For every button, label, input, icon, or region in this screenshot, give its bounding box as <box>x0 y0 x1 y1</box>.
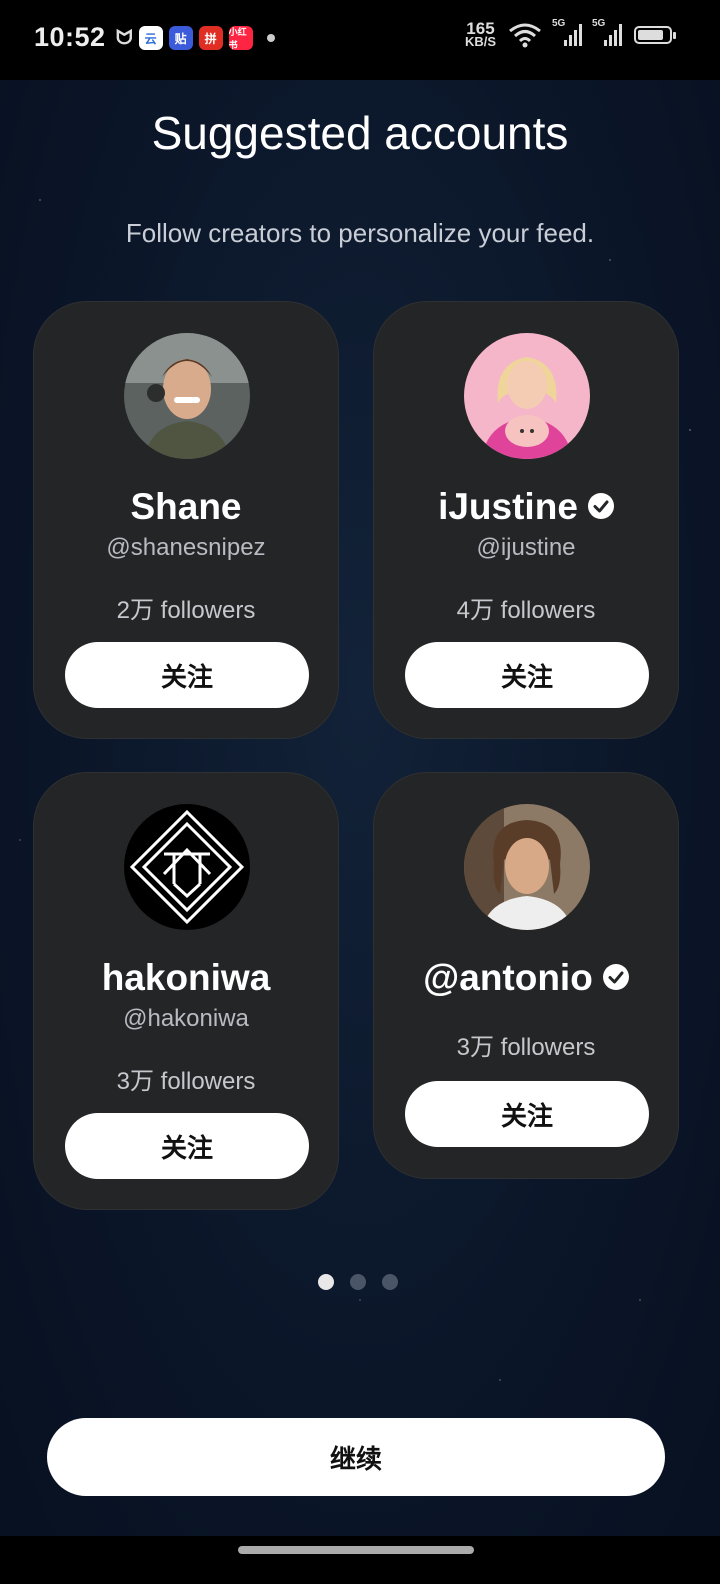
signal-2-label: 5G <box>592 18 606 29</box>
notification-icons: ᗢ 云 贴 拼 小红书 <box>116 26 275 50</box>
avatar-hakoniwa <box>124 804 250 930</box>
avatar-shane <box>124 333 250 459</box>
more-notifications-dot <box>266 34 275 42</box>
page-dot-3[interactable] <box>382 1274 398 1290</box>
page-dot-2[interactable] <box>350 1274 366 1290</box>
account-name-text: iJustine <box>438 486 578 527</box>
follower-count: 3万 followers <box>456 1034 596 1061</box>
account-handle: @hakoniwa <box>123 1005 249 1032</box>
network-speed-unit: KB/S <box>464 34 496 49</box>
account-card-shane: Shane @shanesnipez 2万 followers 关注 <box>33 301 339 739</box>
page-title: Suggested accounts <box>151 107 569 159</box>
status-indicators: 165 KB/S 5G 5G <box>464 18 676 49</box>
account-name-text: @antonio <box>423 957 593 998</box>
tieba-app-icon: 贴 <box>168 26 193 50</box>
avatar-antonio <box>464 804 590 930</box>
follow-button-ijustine[interactable]: 关注 <box>405 642 649 708</box>
signal-strength-icon-1: 5G <box>552 18 582 46</box>
follower-count: 3万 followers <box>116 1068 256 1095</box>
continue-button[interactable]: 继续 <box>47 1418 665 1496</box>
pinduoduo-app-icon: 拼 <box>198 26 223 50</box>
signal-strength-icon-2: 5G <box>592 18 622 46</box>
status-bar: 10:52 ᗢ 云 贴 拼 小红书 165 KB/S 5G 5G <box>0 0 720 80</box>
pagination-dots <box>318 1274 398 1290</box>
verified-badge-icon <box>602 964 629 991</box>
account-name: Shane <box>130 486 242 527</box>
account-card-antonio: @antonio 3万 followers 关注 <box>373 772 679 1179</box>
follower-count: 4万 followers <box>456 597 596 624</box>
page-dot-1[interactable] <box>318 1274 334 1290</box>
account-handle: @shanesnipez <box>106 534 266 561</box>
follow-button-shane[interactable]: 关注 <box>65 642 309 708</box>
home-indicator[interactable] <box>238 1546 474 1554</box>
page-subtitle: Follow creators to personalize your feed… <box>125 218 595 248</box>
navigation-bar <box>0 1536 720 1584</box>
signal-1-label: 5G <box>552 18 566 29</box>
avatar-ijustine <box>464 333 590 459</box>
account-handle: @ijustine <box>476 534 576 561</box>
yun-app-icon: 云 <box>138 26 163 50</box>
xiaohongshu-app-icon: 小红书 <box>228 26 253 50</box>
account-name: iJustine <box>374 486 678 528</box>
network-speed: 165 KB/S <box>464 20 496 49</box>
verified-badge-icon <box>587 493 614 520</box>
follow-button-hakoniwa[interactable]: 关注 <box>65 1113 309 1179</box>
account-card-ijustine: iJustine @ijustine 4万 followers 关注 <box>373 301 679 739</box>
battery-icon <box>634 26 676 44</box>
follower-count: 2万 followers <box>116 597 256 624</box>
follow-button-antonio[interactable]: 关注 <box>405 1081 649 1147</box>
status-time: 10:52 <box>34 22 106 52</box>
account-name: @antonio <box>374 957 678 999</box>
account-card-hakoniwa: hakoniwa @hakoniwa 3万 followers 关注 <box>33 772 339 1210</box>
account-name: hakoniwa <box>101 957 271 998</box>
wifi-icon <box>509 23 541 48</box>
xiaomi-icon: ᗢ <box>116 26 133 49</box>
